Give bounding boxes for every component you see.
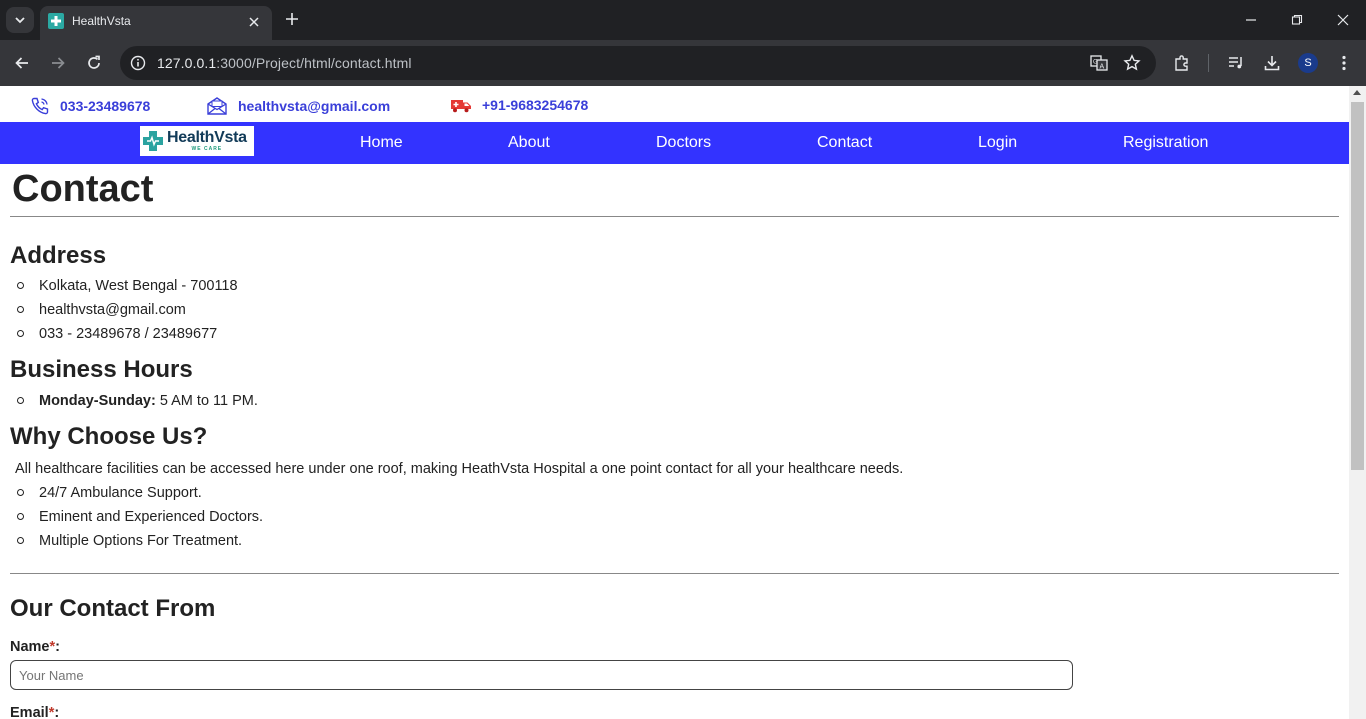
scrollbar-thumb[interactable] [1351,102,1364,470]
browser-tab-strip: HealthVsta [0,0,1366,40]
download-icon[interactable] [1260,51,1284,75]
address-bar[interactable]: 127.0.0.1:3000/Project/html/contact.html… [120,46,1156,80]
bullet [17,489,24,496]
nav-login[interactable]: Login [978,134,1017,152]
business-hours-item: Monday-Sunday: 5 AM to 11 PM. [39,393,258,409]
bullet [17,397,24,404]
address-item: 033 - 23489678 / 23489677 [39,326,218,342]
hours-time: 5 AM to 11 PM. [155,393,258,409]
forward-arrow-icon[interactable] [44,49,72,77]
back-arrow-icon[interactable] [8,49,36,77]
new-tab-plus-icon[interactable] [281,8,303,30]
toolbar-separator [1208,54,1209,72]
business-hours-heading: Business Hours [10,356,193,383]
contact-info-bar: 033-23489678 healthvsta@gmail.com +91-96… [0,86,1349,122]
chevron-down-icon [15,17,25,24]
url-text: 127.0.0.1:3000/Project/html/contact.html [157,55,412,71]
close-window-icon[interactable] [1320,6,1366,34]
why-choose-item: 24/7 Ambulance Support. [39,485,202,501]
tab-search-button[interactable] [6,7,34,33]
why-choose-item: Multiple Options For Treatment. [39,533,243,549]
name-label: Name*: [10,639,60,655]
extensions-puzzle-icon[interactable] [1170,51,1194,75]
page-scrollbar[interactable] [1349,86,1366,719]
contact-form-heading: Our Contact From [10,595,216,622]
ambulance-icon [451,100,471,113]
email-text[interactable]: healthvsta@gmail.com [238,98,390,114]
bullet [17,537,24,544]
close-tab-icon[interactable] [244,12,264,32]
bookmark-star-icon[interactable] [1122,53,1142,73]
nav-registration[interactable]: Registration [1123,134,1208,152]
svg-text:G: G [1093,60,1098,66]
why-choose-item: Eminent and Experienced Doctors. [39,509,264,525]
tab-title: HealthVsta [72,14,131,28]
address-item: Kolkata, West Bengal - 700118 [39,278,238,294]
hours-days: Monday-Sunday: [39,393,156,409]
nav-about[interactable]: About [508,134,550,152]
restore-window-icon[interactable] [1274,6,1320,34]
info-email: healthvsta@gmail.com [206,96,390,116]
reload-icon[interactable] [80,49,108,77]
medical-cross-logo-icon [142,130,164,152]
phone-icon [31,97,49,115]
healthvsta-favicon-icon [48,13,64,29]
bullet [17,513,24,520]
phone-text[interactable]: 033-23489678 [60,98,150,114]
bullet [17,282,24,289]
browser-tab-active[interactable]: HealthVsta [40,6,272,40]
main-navbar: HealthVsta WE CARE Home About Doctors Co… [0,122,1349,164]
title-divider [10,216,1339,217]
page-viewport: 033-23489678 healthvsta@gmail.com +91-96… [0,86,1349,719]
logo-name: HealthVsta [167,129,247,146]
bullet [17,306,24,313]
profile-avatar[interactable]: S [1298,53,1318,73]
browser-menu-dots-icon[interactable] [1332,51,1356,75]
svg-text:A: A [1100,64,1105,71]
scroll-up-arrow-icon[interactable] [1353,90,1361,95]
why-choose-intro: All healthcare facilities can be accesse… [15,461,904,477]
form-divider [10,573,1339,574]
browser-toolbar: 127.0.0.1:3000/Project/html/contact.html… [0,40,1366,86]
info-phone: 033-23489678 [30,96,150,116]
translate-icon[interactable]: AG [1089,53,1109,73]
info-emergency: +91-9683254678 [450,96,588,114]
minimize-window-icon[interactable] [1228,6,1274,34]
healthvsta-logo[interactable]: HealthVsta WE CARE [140,126,254,156]
media-playlist-icon[interactable] [1224,51,1248,75]
site-info-icon[interactable] [128,53,148,73]
why-choose-heading: Why Choose Us? [10,423,208,450]
name-input[interactable] [10,660,1073,690]
page-title: Contact [12,168,154,210]
logo-tagline: WE CARE [191,146,223,152]
email-label: Email*: [10,705,60,719]
nav-contact[interactable]: Contact [817,134,872,152]
address-item: healthvsta@gmail.com [39,302,186,318]
nav-doctors[interactable]: Doctors [656,134,711,152]
nav-home[interactable]: Home [360,134,403,152]
emergency-phone-text[interactable]: +91-9683254678 [482,97,588,113]
mail-envelope-icon [207,97,227,115]
address-heading: Address [10,242,107,269]
bullet [17,330,24,337]
